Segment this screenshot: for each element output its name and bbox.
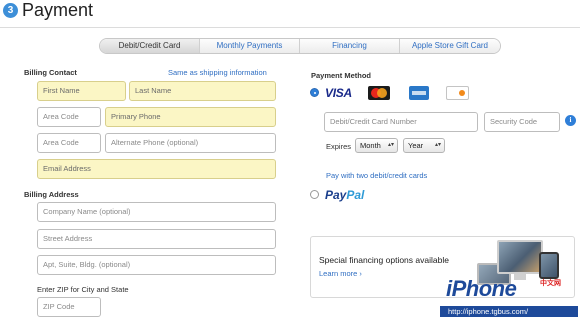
tab-financing[interactable]: Financing	[300, 39, 400, 53]
amex-logo	[409, 86, 429, 100]
promo-text: Special financing options available	[319, 255, 449, 265]
tab-monthly-payments[interactable]: Monthly Payments	[200, 39, 300, 53]
paypal-logo-pal: Pal	[346, 188, 365, 202]
tab-apple-store-gift-card[interactable]: Apple Store Gift Card	[400, 39, 500, 53]
security-code-field[interactable]: Security Code	[484, 112, 560, 132]
billing-contact-heading: Billing Contact	[24, 68, 77, 77]
mastercard-logo	[368, 86, 390, 100]
chevron-updown-icon: ▴▾	[434, 142, 441, 148]
alternate-area-code-field[interactable]: Area Code	[37, 133, 101, 153]
same-as-shipping-link[interactable]: Same as shipping information	[168, 68, 267, 77]
payment-type-tabs: Debit/Credit Card Monthly Payments Finan…	[99, 38, 501, 54]
watermark-url: http://iphone.tgbus.com/	[440, 306, 578, 317]
pay-with-two-cards-link[interactable]: Pay with two debit/credit cards	[326, 171, 427, 180]
billing-address-heading: Billing Address	[24, 190, 79, 199]
area-code-field[interactable]: Area Code	[37, 107, 101, 127]
email-field[interactable]: Email Address	[37, 159, 276, 179]
payment-method-heading: Payment Method	[311, 71, 372, 80]
zip-code-field[interactable]: ZIP Code	[37, 297, 101, 317]
card-payment-radio[interactable]	[310, 88, 319, 97]
card-number-field[interactable]: Debit/Credit Card Number	[324, 112, 478, 132]
info-icon[interactable]: i	[565, 115, 576, 126]
last-name-field[interactable]: Last Name	[129, 81, 276, 101]
discover-logo	[446, 86, 469, 100]
expiry-year-select[interactable]: Year ▴▾	[403, 138, 445, 153]
watermark-logo: iPhone	[446, 276, 517, 301]
step-number-badge: 3	[3, 3, 18, 18]
page-header: 3 Payment	[0, 0, 580, 30]
learn-more-link[interactable]: Learn more ›	[319, 269, 362, 278]
chevron-updown-icon: ▴▾	[387, 142, 394, 148]
watermark-cn-text: 中文网	[540, 280, 561, 287]
visa-logo: VISA	[325, 86, 352, 100]
expiry-year-value: Year	[408, 141, 424, 150]
expires-label: Expires	[326, 142, 352, 151]
apt-suite-field[interactable]: Apt, Suite, Bldg. (optional)	[37, 255, 276, 275]
ipad-image	[539, 252, 559, 279]
expiry-month-select[interactable]: Month ▴▾	[355, 138, 398, 153]
paypal-radio[interactable]	[310, 190, 319, 199]
header-divider	[0, 27, 580, 28]
paypal-logo-pay: Pay	[325, 188, 347, 202]
expiry-month-value: Month	[360, 141, 381, 150]
first-name-field[interactable]: First Name	[37, 81, 126, 101]
alternate-phone-field[interactable]: Alternate Phone (optional)	[105, 133, 276, 153]
primary-phone-field[interactable]: Primary Phone	[105, 107, 276, 127]
imac-image	[497, 240, 543, 274]
page-title: Payment	[22, 0, 94, 20]
site-watermark: iPhone 中文网 http://iphone.tgbus.com/	[440, 276, 578, 320]
tab-debit-credit-card[interactable]: Debit/Credit Card	[100, 39, 200, 53]
company-name-field[interactable]: Company Name (optional)	[37, 202, 276, 222]
street-address-field[interactable]: Street Address	[37, 229, 276, 249]
paypal-logo: PayPal	[325, 187, 364, 203]
zip-label: Enter ZIP for City and State	[37, 285, 129, 294]
